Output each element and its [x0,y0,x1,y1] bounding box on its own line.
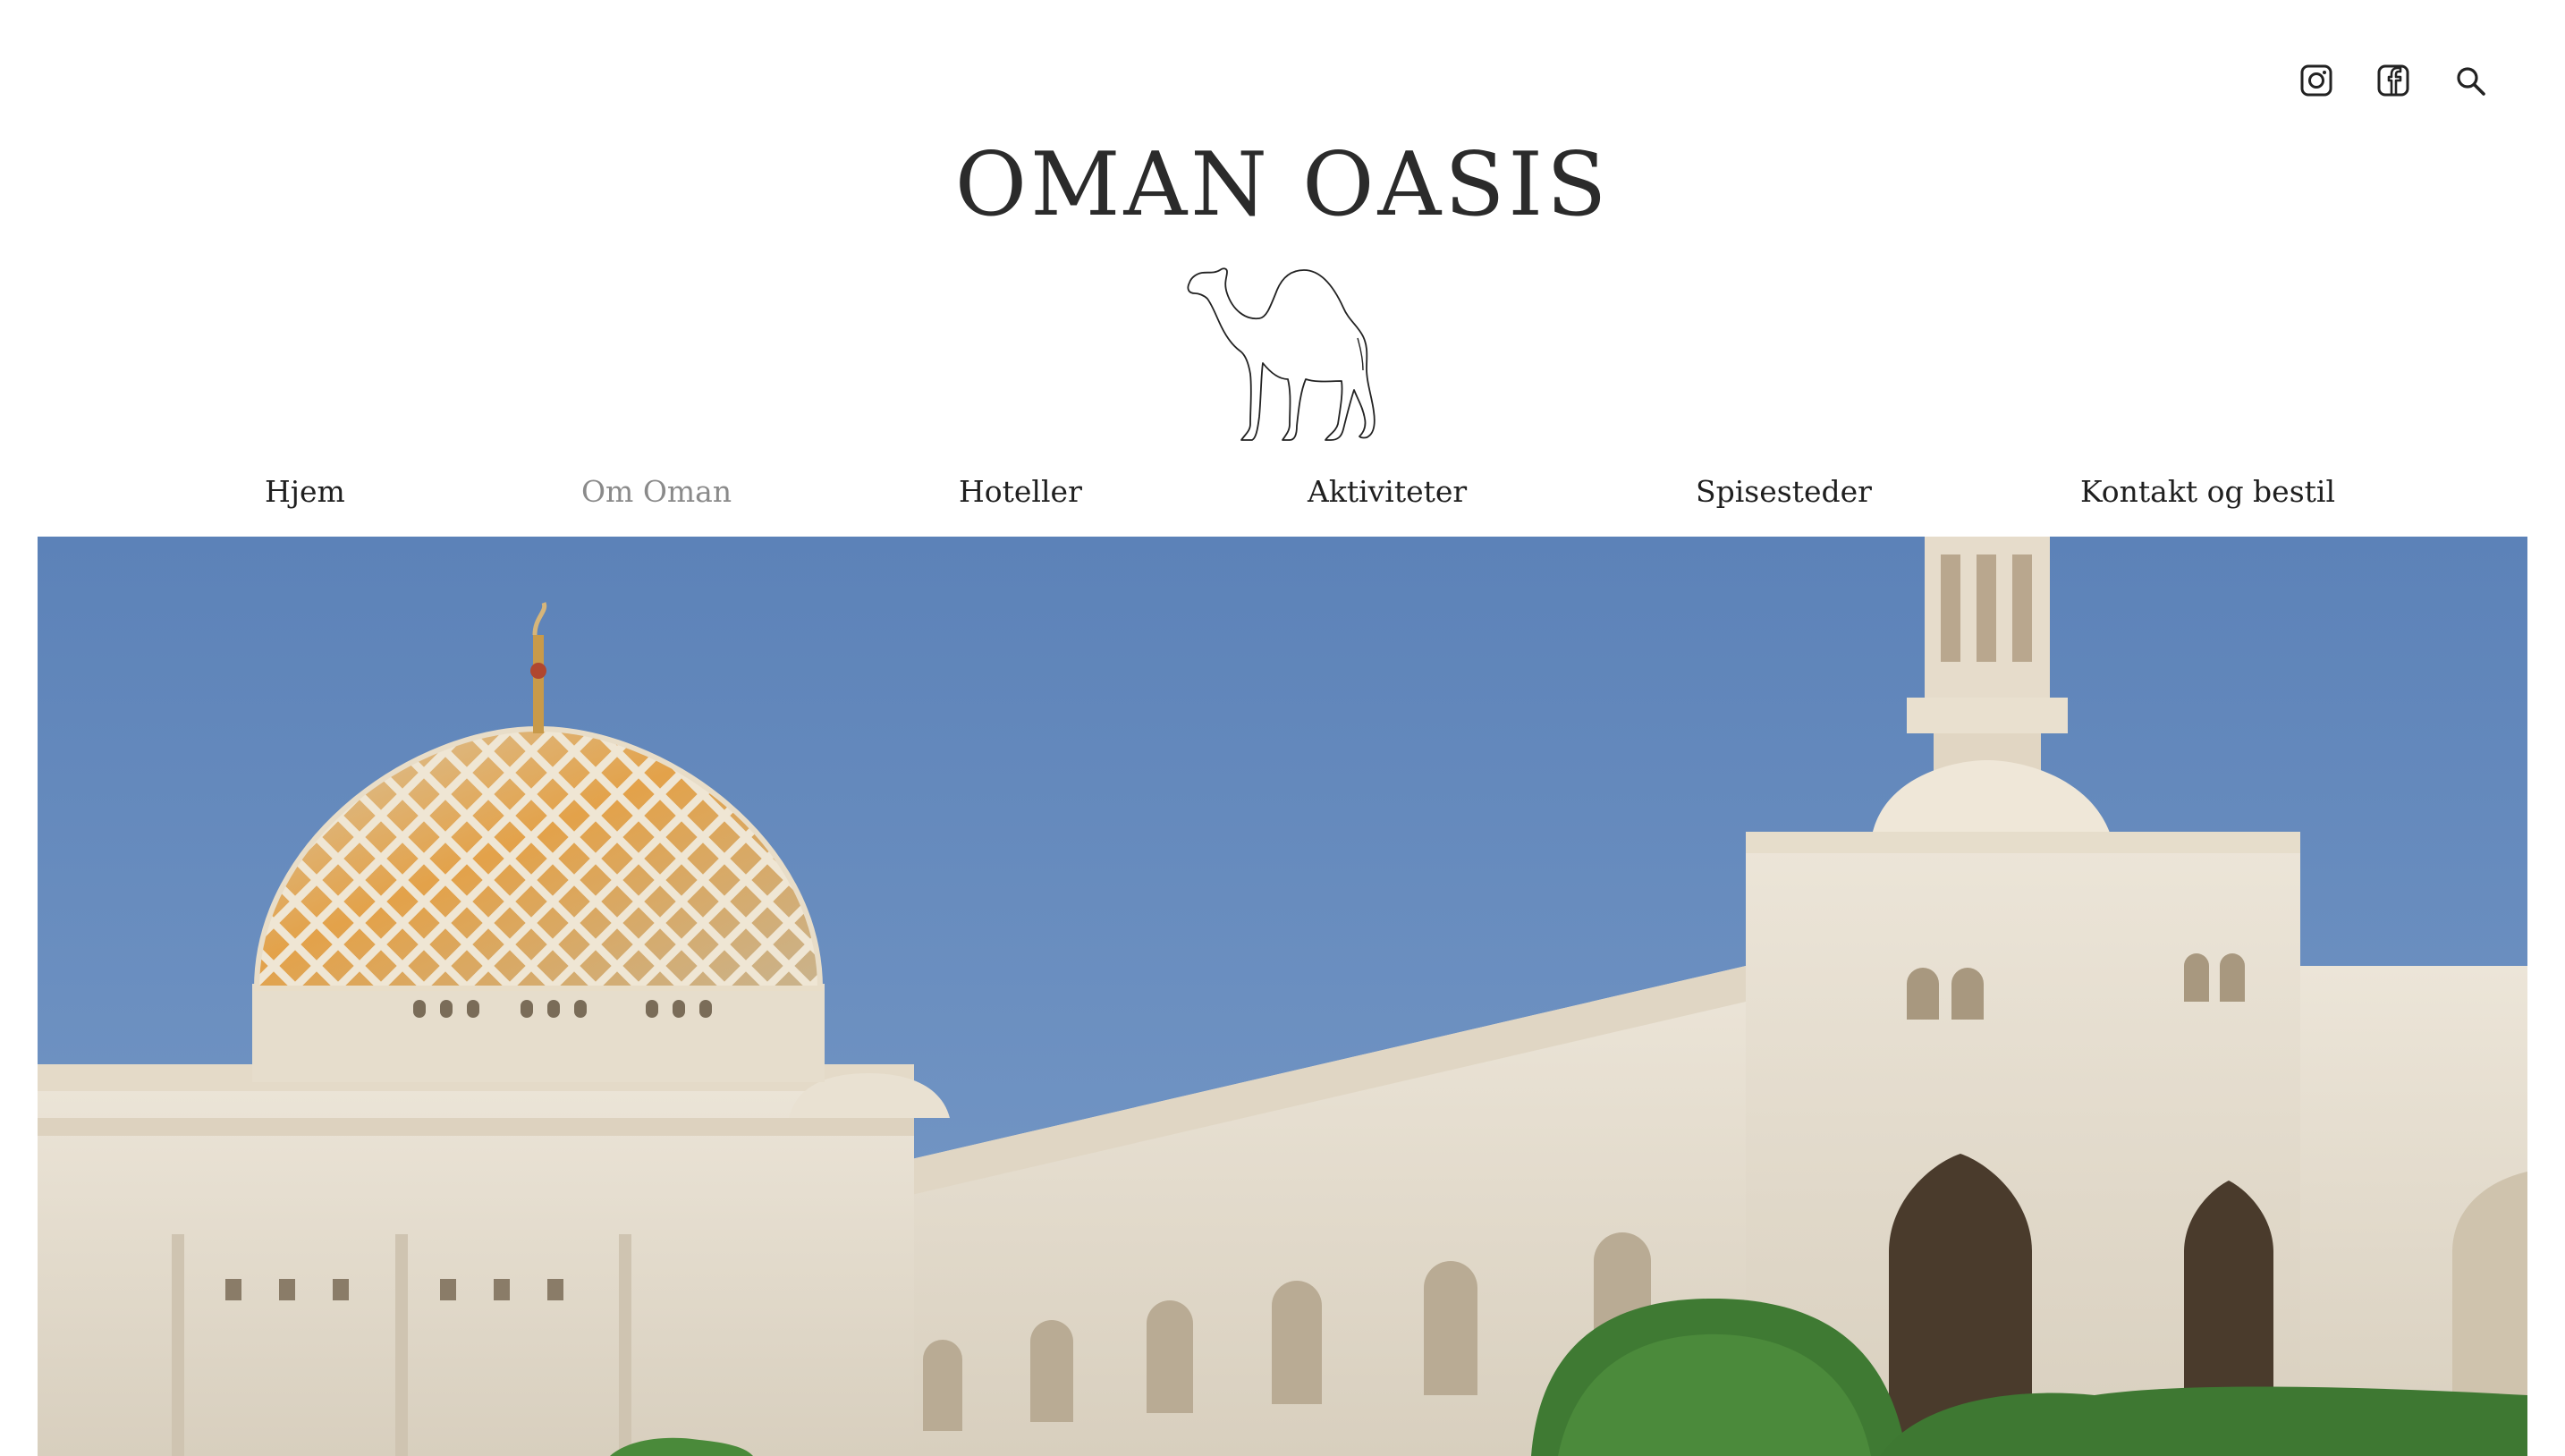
nav-item-kontakt-og-bestil[interactable]: Kontakt og bestil [2080,474,2335,509]
nav-item-spisesteder[interactable]: Spisesteder [1696,474,1872,509]
page: OMAN OASIS Hjem Om Oman Hoteller Aktivit… [0,0,2565,1456]
header-icons [2298,63,2488,98]
nav-item-hjem[interactable]: Hjem [265,474,345,509]
site-title[interactable]: OMAN OASIS [0,134,2565,236]
instagram-icon[interactable] [2298,63,2334,98]
nav-item-hoteller[interactable]: Hoteller [959,474,1082,509]
main-nav: Hjem Om Oman Hoteller Aktiviteter Spises… [38,474,2527,528]
camel-icon[interactable] [1173,258,1388,445]
nav-item-om-oman[interactable]: Om Oman [581,474,732,509]
nav-item-aktiviteter[interactable]: Aktiviteter [1308,474,1467,509]
facebook-icon[interactable] [2375,63,2411,98]
hero-image [38,537,2527,1456]
search-icon[interactable] [2452,63,2488,98]
